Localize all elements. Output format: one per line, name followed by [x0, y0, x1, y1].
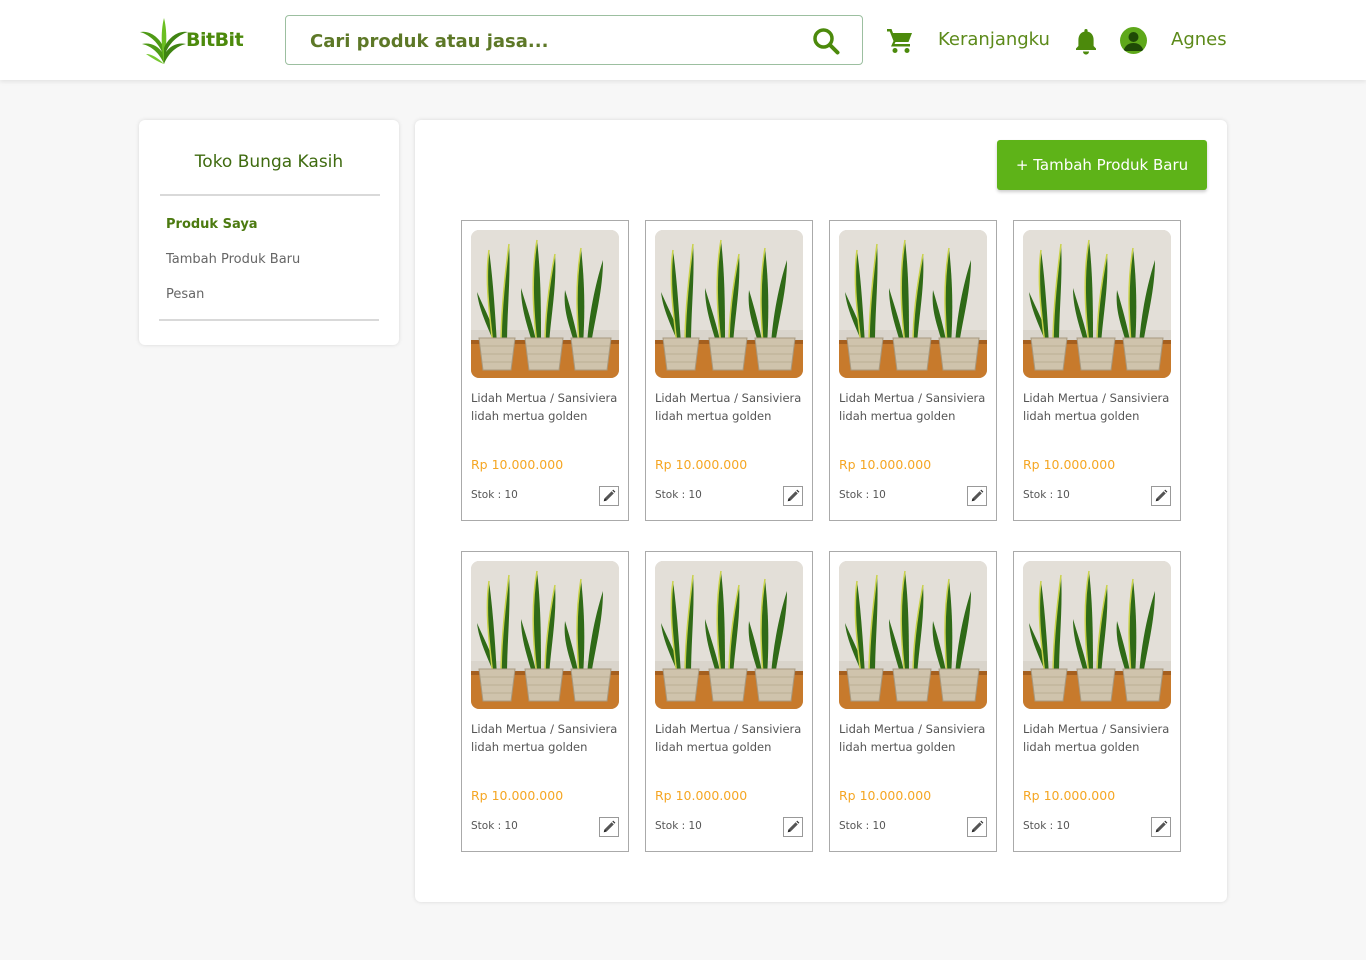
bell-icon[interactable] — [1073, 27, 1099, 55]
product-image[interactable] — [655, 230, 803, 378]
product-card[interactable]: Lidah Mertua / Sansiviera lidah mertua g… — [1013, 220, 1181, 521]
product-name[interactable]: Lidah Mertua / Sansiviera lidah mertua g… — [471, 720, 621, 756]
pencil-icon — [787, 820, 800, 833]
sidebar-item-pesan[interactable]: Pesan — [166, 287, 204, 302]
product-price: Rp 10.000.000 — [471, 457, 564, 472]
product-image[interactable] — [1023, 561, 1171, 709]
product-price: Rp 10.000.000 — [839, 788, 932, 803]
shop-sidebar: Toko Bunga Kasih Produk Saya Tambah Prod… — [139, 120, 399, 345]
product-card[interactable]: Lidah Mertua / Sansiviera lidah mertua g… — [829, 551, 997, 852]
edit-product-button[interactable] — [599, 486, 619, 506]
product-image[interactable] — [839, 230, 987, 378]
edit-product-button[interactable] — [967, 486, 987, 506]
product-stock: Stok : 10 — [1023, 820, 1070, 832]
product-price: Rp 10.000.000 — [471, 788, 564, 803]
product-stock: Stok : 10 — [471, 820, 518, 832]
product-image[interactable] — [471, 561, 619, 709]
add-product-button[interactable]: + Tambah Produk Baru — [997, 140, 1207, 190]
user-name[interactable]: Agnes — [1171, 29, 1227, 50]
product-stock: Stok : 10 — [471, 489, 518, 501]
product-price: Rp 10.000.000 — [655, 457, 748, 472]
pencil-icon — [971, 489, 984, 502]
product-price: Rp 10.000.000 — [1023, 788, 1116, 803]
product-card[interactable]: Lidah Mertua / Sansiviera lidah mertua g… — [829, 220, 997, 521]
product-card[interactable]: Lidah Mertua / Sansiviera lidah mertua g… — [645, 220, 813, 521]
sidebar-divider — [160, 194, 380, 196]
cart-link[interactable]: Keranjangku — [938, 29, 1050, 50]
edit-product-button[interactable] — [1151, 817, 1171, 837]
pencil-icon — [1155, 820, 1168, 833]
product-panel: + Tambah Produk Baru Lidah Mertua / Sans… — [415, 120, 1227, 902]
product-name[interactable]: Lidah Mertua / Sansiviera lidah mertua g… — [655, 720, 805, 756]
product-stock: Stok : 10 — [655, 820, 702, 832]
cart-icon[interactable] — [886, 27, 914, 55]
edit-product-button[interactable] — [783, 486, 803, 506]
leaf-logo-icon — [140, 18, 188, 65]
edit-product-button[interactable] — [599, 817, 619, 837]
search-icon[interactable] — [812, 27, 840, 55]
search-bar — [285, 15, 863, 65]
edit-product-button[interactable] — [783, 817, 803, 837]
shop-name: Toko Bunga Kasih — [194, 152, 344, 172]
sidebar-item-tambah-produk-baru[interactable]: Tambah Produk Baru — [166, 252, 300, 267]
product-price: Rp 10.000.000 — [1023, 457, 1116, 472]
product-card[interactable]: Lidah Mertua / Sansiviera lidah mertua g… — [1013, 551, 1181, 852]
product-card[interactable]: Lidah Mertua / Sansiviera lidah mertua g… — [461, 220, 629, 521]
search-input[interactable] — [310, 26, 790, 56]
pencil-icon — [603, 489, 616, 502]
product-image[interactable] — [839, 561, 987, 709]
user-avatar-icon[interactable] — [1120, 27, 1147, 54]
top-navbar: BitBit Keranjangku Agnes — [0, 0, 1366, 80]
product-card[interactable]: Lidah Mertua / Sansiviera lidah mertua g… — [645, 551, 813, 852]
product-name[interactable]: Lidah Mertua / Sansiviera lidah mertua g… — [1023, 389, 1173, 425]
product-name[interactable]: Lidah Mertua / Sansiviera lidah mertua g… — [471, 389, 621, 425]
sidebar-divider — [159, 319, 379, 321]
brand-logo[interactable]: BitBit — [138, 14, 244, 66]
product-stock: Stok : 10 — [655, 489, 702, 501]
pencil-icon — [603, 820, 616, 833]
product-price: Rp 10.000.000 — [839, 457, 932, 472]
product-price: Rp 10.000.000 — [655, 788, 748, 803]
product-name[interactable]: Lidah Mertua / Sansiviera lidah mertua g… — [839, 389, 989, 425]
edit-product-button[interactable] — [1151, 486, 1171, 506]
product-card[interactable]: Lidah Mertua / Sansiviera lidah mertua g… — [461, 551, 629, 852]
edit-product-button[interactable] — [967, 817, 987, 837]
product-name[interactable]: Lidah Mertua / Sansiviera lidah mertua g… — [1023, 720, 1173, 756]
brand-name: BitBit — [186, 29, 244, 51]
product-stock: Stok : 10 — [839, 820, 886, 832]
pencil-icon — [1155, 489, 1168, 502]
product-image[interactable] — [471, 230, 619, 378]
product-image[interactable] — [1023, 230, 1171, 378]
product-name[interactable]: Lidah Mertua / Sansiviera lidah mertua g… — [655, 389, 805, 425]
product-stock: Stok : 10 — [839, 489, 886, 501]
pencil-icon — [787, 489, 800, 502]
product-stock: Stok : 10 — [1023, 489, 1070, 501]
product-image[interactable] — [655, 561, 803, 709]
sidebar-item-produk-saya[interactable]: Produk Saya — [166, 217, 258, 232]
product-name[interactable]: Lidah Mertua / Sansiviera lidah mertua g… — [839, 720, 989, 756]
pencil-icon — [971, 820, 984, 833]
